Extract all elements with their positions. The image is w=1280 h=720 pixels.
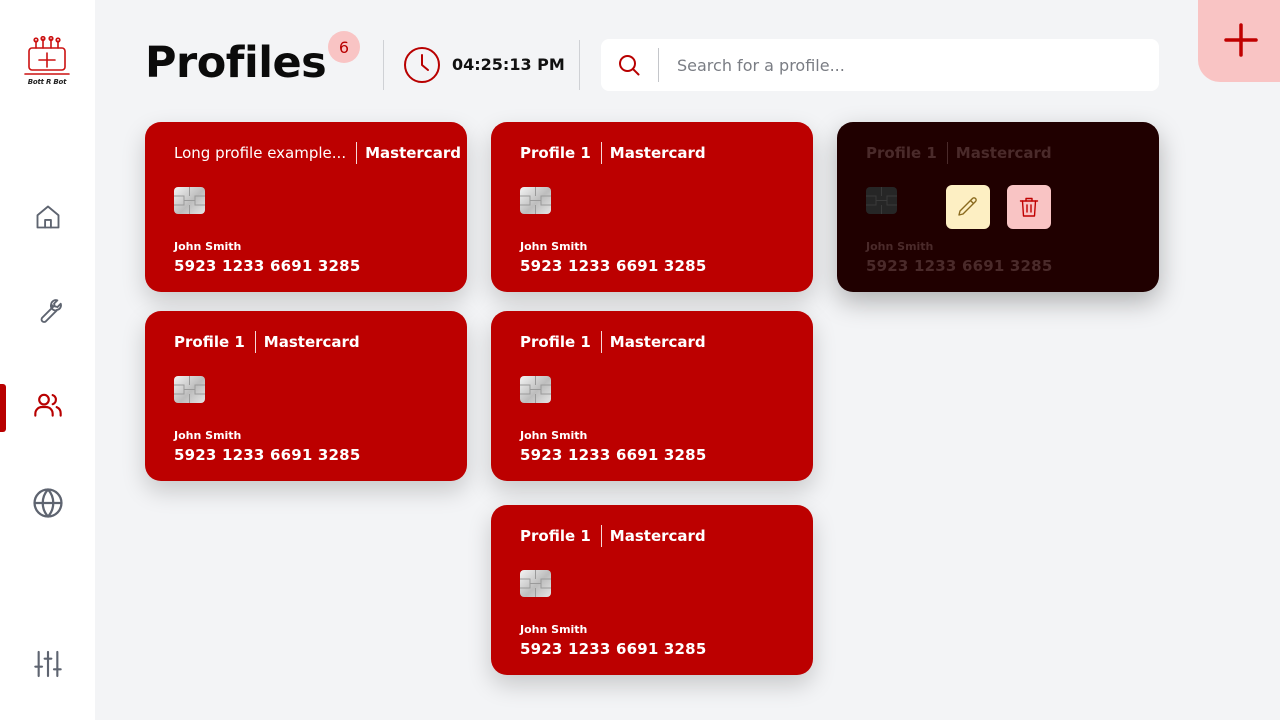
search-divider [658, 48, 659, 82]
search-icon[interactable] [617, 53, 641, 77]
card-chip-icon [174, 187, 205, 214]
users-icon [33, 393, 62, 417]
card-divider [600, 331, 602, 353]
sidebar: Bott R Bot [0, 0, 95, 720]
card-divider [946, 142, 948, 164]
trash-icon [1019, 197, 1039, 217]
card-type: Mastercard [609, 144, 706, 162]
sidebar-item-home[interactable] [0, 192, 95, 242]
card-chip-icon [520, 187, 551, 214]
page-title: Profiles [145, 38, 327, 88]
home-icon [36, 205, 59, 229]
profile-card[interactable]: Long profile example... Mastercard John … [145, 122, 467, 292]
card-divider [600, 525, 602, 547]
card-number: 5923 1233 6691 3285 [174, 446, 361, 464]
card-divider [600, 142, 602, 164]
card-chip-icon [520, 376, 551, 403]
robot-logo-icon [24, 35, 70, 75]
profile-count-badge: 6 [328, 31, 360, 63]
profile-card[interactable]: Profile 1 Mastercard John Smith 5923 123… [145, 311, 467, 481]
card-chip-icon [174, 376, 205, 403]
card-number: 5923 1233 6691 3285 [520, 446, 707, 464]
profile-card[interactable]: Profile 1 Mastercard John Smith 5923 123… [491, 122, 813, 292]
app-logo[interactable]: Bott R Bot [22, 35, 72, 90]
pencil-icon [958, 197, 977, 216]
plus-icon [1224, 23, 1258, 57]
sidebar-item-profiles[interactable] [0, 380, 95, 430]
card-divider [356, 142, 358, 164]
sliders-icon [33, 650, 62, 678]
card-number: 5923 1233 6691 3285 [866, 257, 1053, 275]
card-type: Mastercard [955, 144, 1052, 162]
card-profile-name: Profile 1 [866, 144, 937, 162]
card-type: Mastercard [609, 333, 706, 351]
globe-icon [32, 488, 63, 518]
search-input[interactable] [677, 39, 1147, 91]
sidebar-item-tools[interactable] [0, 286, 95, 336]
add-profile-button[interactable] [1198, 0, 1280, 82]
card-profile-name: Long profile example... [174, 144, 347, 162]
header-divider [383, 40, 384, 90]
card-holder: John Smith [866, 240, 934, 253]
card-number: 5923 1233 6691 3285 [520, 257, 707, 275]
card-number: 5923 1233 6691 3285 [174, 257, 361, 275]
card-number: 5923 1233 6691 3285 [520, 640, 707, 658]
clock-icon [404, 47, 440, 83]
card-profile-name: Profile 1 [520, 333, 591, 351]
card-profile-name: Profile 1 [174, 333, 245, 351]
profile-card[interactable]: Profile 1 Mastercard John Smith 5923 123… [491, 311, 813, 481]
profile-card[interactable]: Profile 1 Mastercard John Smith 5923 123… [491, 505, 813, 675]
profile-card-selected[interactable]: Profile 1 Mastercard John Smith 5923 123… [837, 122, 1159, 292]
card-chip-icon [520, 570, 551, 597]
card-type: Mastercard [365, 144, 461, 162]
sidebar-item-proxies[interactable] [0, 478, 95, 528]
wrench-icon [40, 299, 62, 323]
logo-text: Bott R Bot [27, 78, 67, 86]
card-chip-icon [866, 187, 897, 214]
edit-profile-button[interactable] [946, 185, 990, 229]
search-bar [601, 39, 1159, 91]
card-profile-name: Profile 1 [520, 144, 591, 162]
delete-profile-button[interactable] [1007, 185, 1051, 229]
card-holder: John Smith [174, 429, 242, 442]
sidebar-item-settings[interactable] [0, 639, 95, 689]
card-holder: John Smith [174, 240, 242, 253]
card-holder: John Smith [520, 623, 588, 636]
header-divider [579, 40, 580, 90]
card-type: Mastercard [263, 333, 360, 351]
card-holder: John Smith [520, 429, 588, 442]
card-profile-name: Profile 1 [520, 527, 591, 545]
card-type: Mastercard [609, 527, 706, 545]
card-divider [254, 331, 256, 353]
card-holder: John Smith [520, 240, 588, 253]
clock-time: 04:25:13 PM [452, 55, 565, 74]
